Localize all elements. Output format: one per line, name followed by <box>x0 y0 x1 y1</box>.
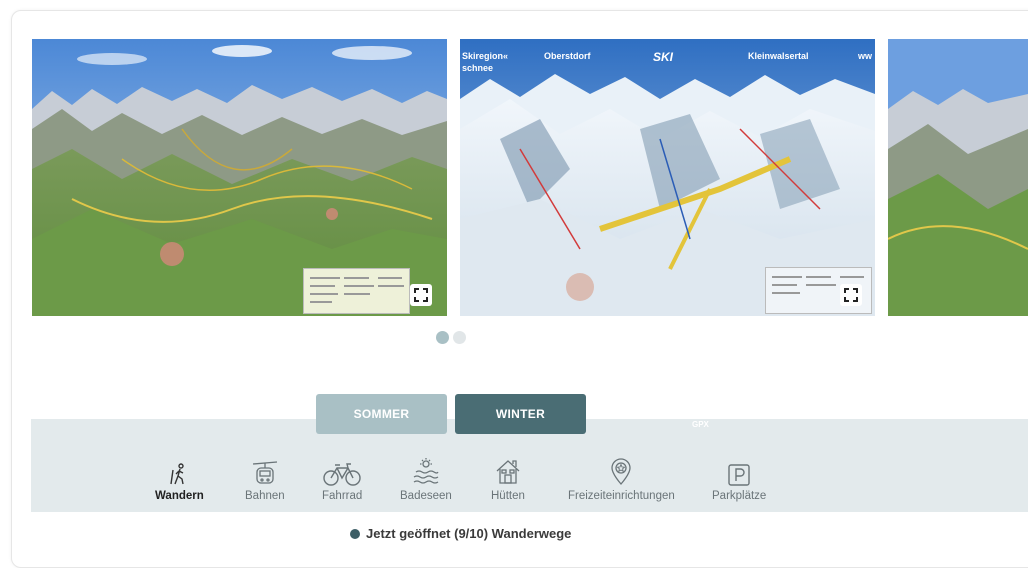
tab-sommer[interactable]: SOMMER <box>316 394 447 434</box>
winter-map-slide[interactable]: Skiregion« schnee Oberstdorf SKI Kleinwa… <box>460 39 875 316</box>
category-bahnen[interactable]: Bahnen <box>245 454 285 502</box>
gpx-label[interactable]: GPX <box>692 420 709 429</box>
category-label: Freizeiteinrichtungen <box>568 490 675 502</box>
map-header-text: Oberstdorf <box>544 51 591 61</box>
parking-icon <box>728 454 750 486</box>
category-parkplaetze[interactable]: Parkplätze <box>712 454 766 502</box>
carousel-dot-active[interactable] <box>436 331 449 344</box>
category-wandern[interactable]: Wandern <box>155 454 204 502</box>
location-pin-icon <box>610 454 632 486</box>
map-header-text: Skiregion« <box>462 51 509 61</box>
category-label: Bahnen <box>245 490 285 502</box>
status-bullet <box>350 528 360 539</box>
category-label: Hütten <box>491 490 525 502</box>
hut-icon <box>494 454 522 486</box>
category-label: Badeseen <box>400 490 452 502</box>
bicycle-icon <box>323 454 361 486</box>
next-map-slide[interactable] <box>888 39 1028 316</box>
summer-map-image <box>888 39 1028 316</box>
category-label: Parkplätze <box>712 490 767 502</box>
category-label: Fahrrad <box>322 490 363 502</box>
map-header-text: ww <box>858 51 873 61</box>
lake-icon <box>412 454 440 486</box>
summer-map-slide[interactable] <box>32 39 447 316</box>
map-header-text: Kleinwalsertal <box>748 51 809 61</box>
carousel-dot[interactable] <box>453 331 466 344</box>
category-fahrrad[interactable]: Fahrrad <box>322 454 362 502</box>
map-header-logo-text: SKI <box>653 50 674 64</box>
expand-icon[interactable] <box>410 284 432 306</box>
map-header-text: schnee <box>462 63 494 73</box>
carousel-pagination <box>436 331 466 344</box>
map-legend <box>303 268 410 314</box>
category-label: Wandern <box>155 490 204 502</box>
status-line: Jetzt geöffnet (9/10) Wanderwege <box>350 526 571 541</box>
category-freizeiteinrichtungen[interactable]: Freizeiteinrichtungen <box>568 454 675 502</box>
hiker-icon <box>167 454 191 486</box>
category-huetten[interactable]: Hütten <box>491 454 525 502</box>
category-badeseen[interactable]: Badeseen <box>400 454 452 502</box>
tab-winter[interactable]: WINTER <box>455 394 586 434</box>
gondola-icon <box>251 454 279 486</box>
status-text: Jetzt geöffnet (9/10) Wanderwege <box>366 526 572 541</box>
expand-icon[interactable] <box>840 284 862 306</box>
